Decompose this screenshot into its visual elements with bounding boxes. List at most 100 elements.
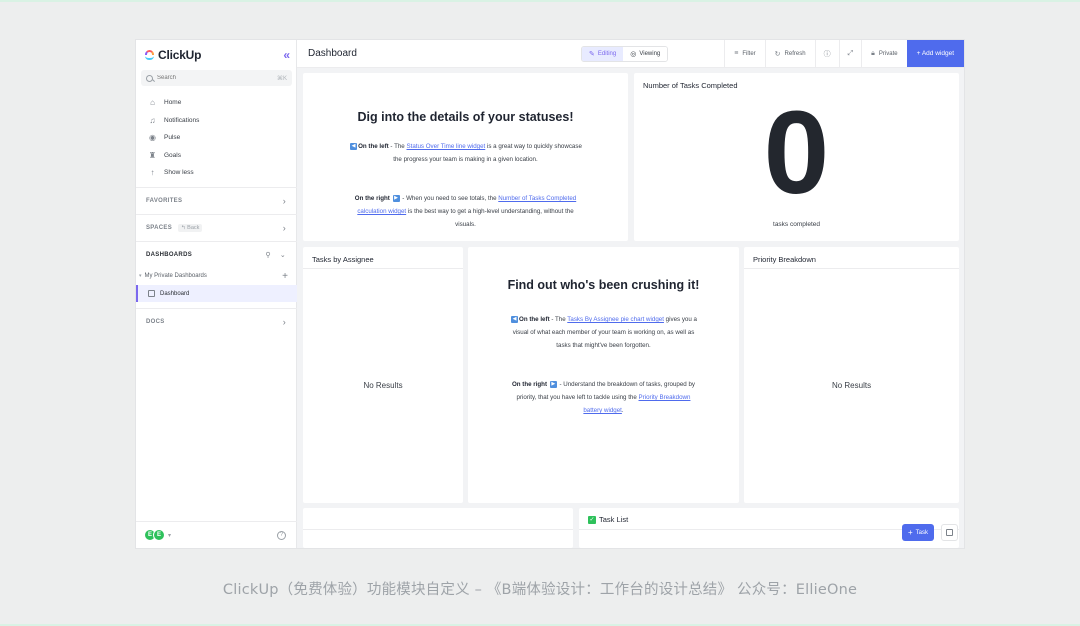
right-label: On the right xyxy=(511,381,548,388)
refresh-icon: ↻ xyxy=(774,50,781,58)
sidebar-item-notifications[interactable]: ♫ Notifications xyxy=(136,112,297,130)
sidebar-item-label: Pulse xyxy=(164,134,181,142)
arrow-right-icon: ▶ xyxy=(549,380,557,388)
section-dashboards[interactable]: DASHBOARDS ⚲ ⌄ xyxy=(136,241,297,268)
refresh-button[interactable]: ↻ Refresh xyxy=(764,40,815,67)
text: - The xyxy=(388,143,407,150)
widget-title: Number of Tasks Completed xyxy=(643,81,738,90)
widget-paragraph-left: ◀ On the left - The Tasks By Assignee pie… xyxy=(468,313,739,352)
sidebar-item-pulse[interactable]: ◉ Pulse xyxy=(136,129,297,147)
filter-button[interactable]: ≡ Filter xyxy=(724,40,764,67)
private-label: Private xyxy=(878,50,898,57)
widget-crushing-text[interactable]: Find out who's been crushing it! ◀ On the… xyxy=(468,247,739,503)
text: is a great way to quickly showcase xyxy=(485,143,582,150)
divider xyxy=(744,268,959,269)
editing-button[interactable]: ✎ Editing xyxy=(582,47,624,61)
chevron-right-icon: › xyxy=(282,196,286,206)
trophy-icon: ♜ xyxy=(148,150,157,160)
new-task-button[interactable]: + Task xyxy=(902,524,934,541)
header-toolbar: ≡ Filter ↻ Refresh ⓘ ⤢ 🔒︎ Private + Add wid… xyxy=(724,40,964,67)
status-over-time-link[interactable]: Status Over Time line widget xyxy=(406,143,485,150)
widget-paragraph-left: ◀ On the left - The Status Over Time line… xyxy=(303,140,628,166)
chevron-down-icon[interactable]: ▾ xyxy=(168,532,171,539)
new-task-label: Task xyxy=(915,529,928,536)
dashboard-group-private[interactable]: ▾ My Private Dashboards + xyxy=(136,269,297,283)
sidebar-item-home[interactable]: ⌂ Home xyxy=(136,94,297,112)
filter-label: Filter xyxy=(742,50,756,57)
dashboard-group-label: My Private Dashboards xyxy=(144,273,207,279)
clickup-window: ClickUp « ⌘K ⌂ Home ♫ Notifications ◉ Pu… xyxy=(136,40,964,548)
widget-tasks-completed[interactable]: Number of Tasks Completed 0 tasks comple… xyxy=(634,73,959,241)
sidebar-item-show-less[interactable]: ↑ Show less xyxy=(136,164,297,182)
text: is the best way to get a high-level unde… xyxy=(406,208,574,215)
section-label: SPACES xyxy=(146,225,173,231)
collapse-sidebar-icon[interactable]: « xyxy=(283,48,290,62)
task-list-title: Task List xyxy=(599,515,629,524)
chevron-right-icon: › xyxy=(282,317,286,327)
arrow-right-icon: ▶ xyxy=(392,194,400,202)
widget-tasks-by-assignee[interactable]: Tasks by Assignee No Results xyxy=(303,247,463,503)
chevron-down-icon[interactable]: ⌄ xyxy=(280,251,286,259)
text: - When you need to see totals, the xyxy=(400,195,499,202)
section-spaces[interactable]: SPACES ↰ Back › xyxy=(136,214,297,241)
back-chip[interactable]: ↰ Back xyxy=(178,224,203,232)
widget-blank[interactable] xyxy=(303,508,573,548)
priority-breakdown-link[interactable]: Priority Breakdown xyxy=(639,394,691,401)
widget-statuses-text[interactable]: Dig into the details of your statuses! ◀… xyxy=(303,73,628,241)
add-icon[interactable]: + xyxy=(282,271,288,282)
info-icon: ⓘ xyxy=(823,50,831,58)
viewing-label: Viewing xyxy=(639,51,661,57)
left-label: On the left xyxy=(519,316,550,323)
sidebar-search[interactable]: ⌘K xyxy=(141,70,292,86)
left-label: On the left xyxy=(358,143,389,150)
lock-icon: 🔒︎ xyxy=(871,49,875,57)
section-favorites[interactable]: FAVORITES › xyxy=(136,187,297,214)
text: visual of what each member of your team … xyxy=(512,329,695,336)
help-icon[interactable]: ? xyxy=(277,530,286,540)
viewing-button[interactable]: ◎ Viewing xyxy=(623,47,668,61)
bell-icon: ♫ xyxy=(149,115,156,125)
sidebar-item-label: Dashboard xyxy=(160,290,190,297)
sidebar-item-label: Notifications xyxy=(164,116,200,124)
widget-heading: Find out who's been crushing it! xyxy=(507,278,700,292)
text: . xyxy=(621,407,624,414)
widget-paragraph-right: On the right ▶ - Understand the breakdow… xyxy=(468,378,739,417)
sidebar: ClickUp « ⌘K ⌂ Home ♫ Notifications ◉ Pu… xyxy=(136,40,297,548)
text: tasks that might've been forgotten. xyxy=(556,342,651,349)
search-icon[interactable]: ⚲ xyxy=(265,251,270,259)
expand-button[interactable]: ⤢ xyxy=(838,40,862,67)
sidebar-item-label: Show less xyxy=(164,169,194,177)
info-button[interactable]: ⓘ xyxy=(814,40,839,67)
section-label: FAVORITES xyxy=(146,198,183,204)
text: gives you a xyxy=(663,316,697,323)
add-widget-button[interactable]: + Add widget xyxy=(906,40,964,67)
widget-priority-breakdown[interactable]: Priority Breakdown No Results xyxy=(744,247,959,503)
widget-title: Tasks by Assignee xyxy=(312,255,374,264)
clickup-logo-icon xyxy=(144,49,155,61)
private-button[interactable]: 🔒︎ Private xyxy=(861,40,906,67)
avatar[interactable]: E xyxy=(153,529,165,541)
battery-widget-link[interactable]: battery widget xyxy=(583,407,622,414)
sidebar-item-label: Home xyxy=(164,99,182,107)
tasks-completed-link[interactable]: Number of Tasks Completed xyxy=(498,195,576,202)
divider xyxy=(303,529,573,530)
calculation-widget-link[interactable]: calculation widget xyxy=(357,208,406,215)
sidebar-item-label: Goals xyxy=(164,151,181,159)
text: visuals. xyxy=(455,221,476,228)
sidebar-nav: ⌂ Home ♫ Notifications ◉ Pulse ♜ Goals ↑… xyxy=(136,94,297,182)
section-docs[interactable]: DOCS › xyxy=(136,308,297,335)
text: the progress your team is making in a gi… xyxy=(393,156,538,163)
widget-heading: Dig into the details of your statuses! xyxy=(357,110,574,124)
search-input[interactable] xyxy=(157,75,257,81)
search-icon xyxy=(146,74,153,82)
apps-button[interactable] xyxy=(941,524,958,541)
dashboard-icon xyxy=(148,290,155,297)
sidebar-item-goals[interactable]: ♜ Goals xyxy=(136,147,297,165)
caret-down-icon: ▾ xyxy=(139,273,142,279)
top-divider xyxy=(0,0,1080,2)
plus-icon: + xyxy=(907,528,913,537)
empty-state: No Results xyxy=(363,381,403,390)
sidebar-header: ClickUp « xyxy=(144,47,290,63)
tasks-by-assignee-link[interactable]: Tasks By Assignee pie chart widget xyxy=(567,316,664,323)
sidebar-item-dashboard[interactable]: Dashboard xyxy=(136,285,297,302)
